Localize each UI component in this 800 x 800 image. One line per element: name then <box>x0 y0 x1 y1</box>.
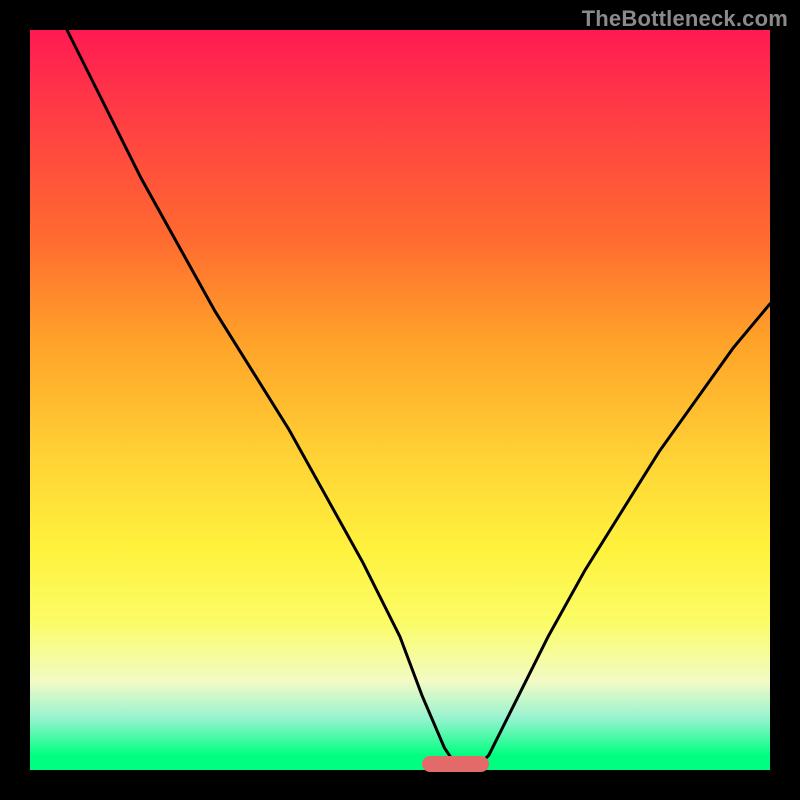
gradient-background <box>30 30 770 770</box>
plot-area <box>30 30 770 770</box>
outer-frame: TheBottleneck.com <box>0 0 800 800</box>
optimum-marker <box>422 756 489 772</box>
watermark-text: TheBottleneck.com <box>582 6 788 32</box>
